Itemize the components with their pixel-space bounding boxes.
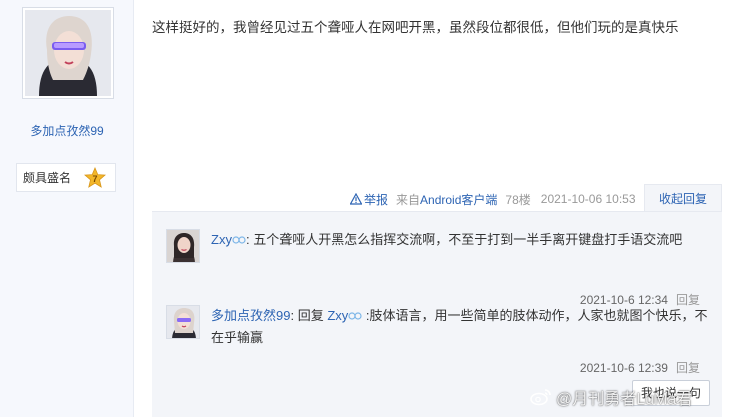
source-link[interactable]: Android客户端 xyxy=(420,193,497,207)
warning-icon xyxy=(350,193,362,205)
author-badge[interactable]: 颇具盛名 7 xyxy=(16,163,116,192)
collapse-replies-button[interactable]: 收起回复 xyxy=(644,184,722,212)
floor-number: 78楼 xyxy=(505,192,531,207)
level-star-icon: 7 xyxy=(84,167,106,188)
reply-content: 多加点孜然99: 回复 Zxy :肢体语言，用一些简单的肢体动作，人家也就图个快… xyxy=(211,305,711,349)
reply-to-username[interactable]: Zxy xyxy=(327,308,348,323)
post-time: 2021-10-06 10:53 xyxy=(540,192,636,206)
post-source: 来自Android客户端 xyxy=(396,191,497,208)
reply-content: Zxy: 五个聋哑人开黑怎么指挥交流啊，不至于打到一半手离开键盘打手语交流吧 xyxy=(211,229,711,251)
weibo-logo-icon xyxy=(530,389,551,406)
reply-prefix: 回复 xyxy=(297,308,328,323)
reply-avatar-image xyxy=(167,230,199,262)
badge-label: 颇具盛名 xyxy=(23,171,72,185)
reply-item: Zxy: 五个聋哑人开黑怎么指挥交流啊，不至于打到一半手离开键盘打手语交流吧 2… xyxy=(166,229,712,307)
author-sidebar: 多加点孜然99 颇具盛名 7 xyxy=(0,0,134,417)
author-avatar-image xyxy=(25,10,111,96)
reply-item: 多加点孜然99: 回复 Zxy :肢体语言，用一些简单的肢体动作，人家也就图个快… xyxy=(166,305,712,375)
badge-level-number: 7 xyxy=(92,174,97,184)
reply-time: 2021-10-6 12:39 xyxy=(579,361,668,375)
reply-avatar[interactable] xyxy=(166,229,200,263)
author-name-link[interactable]: 多加点孜然99 xyxy=(0,122,134,139)
reply-button[interactable]: 回复 xyxy=(676,361,700,375)
reply-text: 五个聋哑人开黑怎么指挥交流啊，不至于打到一半手离开键盘打手语交流吧 xyxy=(253,232,683,247)
reply-footer: 2021-10-6 12:39 回复 xyxy=(580,359,700,376)
reply-avatar[interactable] xyxy=(166,305,200,339)
watermark: @月刊勇者LuMa君 xyxy=(530,384,692,410)
reply-username[interactable]: 多加点孜然99 xyxy=(211,308,290,323)
member-icon xyxy=(348,312,362,320)
post-page: 多加点孜然99 颇具盛名 7 这样挺好的，我曾经见过五个聋哑人在网吧开黑，虽然段… xyxy=(0,0,735,417)
source-prefix: 来自 xyxy=(396,192,421,207)
reply-avatar-image xyxy=(167,306,199,338)
reply-username[interactable]: Zxy xyxy=(211,232,232,247)
reply-separator: : xyxy=(290,308,298,323)
report-link[interactable]: 举报 xyxy=(350,191,388,208)
post-content: 这样挺好的，我曾经见过五个聋哑人在网吧开黑，虽然段位都很低，但他们玩的是真快乐 xyxy=(152,20,679,35)
report-label: 举报 xyxy=(364,192,389,207)
author-avatar[interactable] xyxy=(22,7,114,99)
watermark-text: @月刊勇者LuMa君 xyxy=(556,391,693,408)
post-meta: 举报 来自Android客户端 78楼 2021-10-06 10:53 xyxy=(350,190,636,208)
member-icon xyxy=(232,236,246,244)
